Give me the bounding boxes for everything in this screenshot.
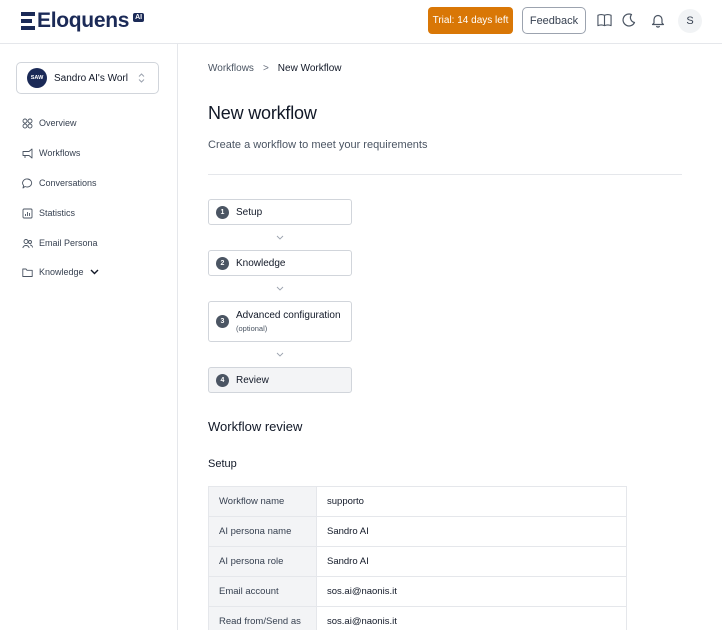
step-number: 4: [216, 373, 229, 387]
sidebar-item-label: Statistics: [39, 208, 76, 218]
review-section-setup: Setup: [208, 458, 237, 470]
breadcrumb-current: New Workflow: [277, 63, 342, 74]
overview-icon: [22, 118, 33, 129]
sidebar-item-email-persona[interactable]: Email Persona: [22, 236, 98, 250]
moon-icon[interactable]: [621, 12, 637, 28]
table-row: AI persona name Sandro AI: [208, 516, 627, 547]
logo-mark-icon: [21, 12, 35, 30]
book-icon[interactable]: [596, 12, 612, 28]
sidebar-item-statistics[interactable]: Statistics: [22, 206, 75, 220]
step-advanced-configuration[interactable]: 3 Advanced configuration (optional): [208, 301, 352, 342]
table-value: Sandro AI: [316, 516, 627, 547]
chevron-up-down-icon: [138, 73, 145, 83]
step-setup[interactable]: 1 Setup: [208, 199, 352, 225]
table-row: Workflow name supporto: [208, 486, 627, 517]
table-value: Sandro AI: [316, 546, 627, 577]
workflows-icon: [22, 148, 33, 159]
step-number: 1: [216, 205, 229, 219]
table-value: supporto: [316, 486, 627, 517]
table-key: AI persona role: [208, 546, 317, 577]
workspace-name: Sandro AI's Worl: [54, 72, 128, 84]
workspace-avatar: SAW: [27, 68, 47, 88]
chevron-down-icon: [275, 284, 285, 292]
page-subtitle: Create a workflow to meet your requireme…: [208, 139, 428, 151]
table-value: sos.ai@naonis.it: [316, 576, 627, 607]
step-note: (optional): [236, 324, 268, 333]
feedback-button[interactable]: Feedback: [522, 7, 586, 34]
step-review[interactable]: 4 Review: [208, 367, 352, 393]
step-text: Advanced configuration (optional): [236, 310, 341, 333]
chat-icon: [22, 178, 33, 189]
folder-icon: [22, 267, 33, 278]
step-label: Knowledge: [236, 257, 286, 269]
chevron-down-icon: [275, 350, 285, 358]
divider: [208, 174, 682, 175]
sidebar-item-conversations[interactable]: Conversations: [22, 176, 97, 190]
step-label: Review: [236, 374, 269, 386]
sidebar-item-label: Workflows: [39, 148, 81, 158]
sidebar-item-overview[interactable]: Overview: [22, 116, 77, 130]
table-key: Read from/Send as: [208, 606, 317, 630]
table-key: Workflow name: [208, 486, 317, 517]
review-table: Workflow name supporto AI persona name S…: [208, 486, 627, 630]
chevron-down-icon[interactable]: [90, 269, 99, 275]
breadcrumb: Workflows > New Workflow: [208, 63, 342, 74]
breadcrumb-workflows-link[interactable]: Workflows: [208, 63, 254, 74]
user-avatar[interactable]: S: [678, 9, 702, 33]
table-row: Email account sos.ai@naonis.it: [208, 576, 627, 607]
table-value: sos.ai@naonis.it: [316, 606, 627, 630]
breadcrumb-separator-icon: >: [262, 63, 269, 74]
statistics-icon: [22, 208, 33, 219]
sidebar-item-label: Email Persona: [39, 238, 98, 248]
review-title: Workflow review: [208, 419, 303, 434]
table-row: AI persona role Sandro AI: [208, 546, 627, 577]
sidebar-item-workflows[interactable]: Workflows: [22, 146, 80, 160]
table-key: Email account: [208, 576, 317, 607]
top-bar: Eloquens AI Trial: 14 days left Feedback…: [0, 0, 722, 44]
workspace-selector[interactable]: SAW Sandro AI's Worl: [16, 62, 159, 94]
step-number: 3: [216, 315, 229, 328]
persona-icon: [22, 238, 33, 249]
sidebar-item-label: Overview: [39, 118, 77, 128]
brand-name: Eloquens: [37, 9, 130, 32]
brand-badge: AI: [133, 12, 145, 22]
step-number: 2: [216, 256, 229, 270]
sidebar: SAW Sandro AI's Worl Overview Workflows …: [0, 44, 178, 630]
bell-icon[interactable]: [650, 12, 666, 28]
sidebar-item-knowledge[interactable]: Knowledge: [22, 265, 99, 279]
chevron-down-icon: [275, 233, 285, 241]
table-row: Read from/Send as sos.ai@naonis.it: [208, 606, 627, 630]
sidebar-item-label: Conversations: [39, 178, 97, 188]
step-knowledge[interactable]: 2 Knowledge: [208, 250, 352, 276]
step-label: Advanced configuration: [236, 310, 341, 321]
step-label: Setup: [236, 206, 263, 218]
eloquens-logo[interactable]: Eloquens AI: [21, 9, 145, 32]
trial-button[interactable]: Trial: 14 days left: [428, 7, 513, 34]
sidebar-item-label: Knowledge: [39, 267, 84, 277]
page-title: New workflow: [208, 103, 317, 123]
table-key: AI persona name: [208, 516, 317, 547]
